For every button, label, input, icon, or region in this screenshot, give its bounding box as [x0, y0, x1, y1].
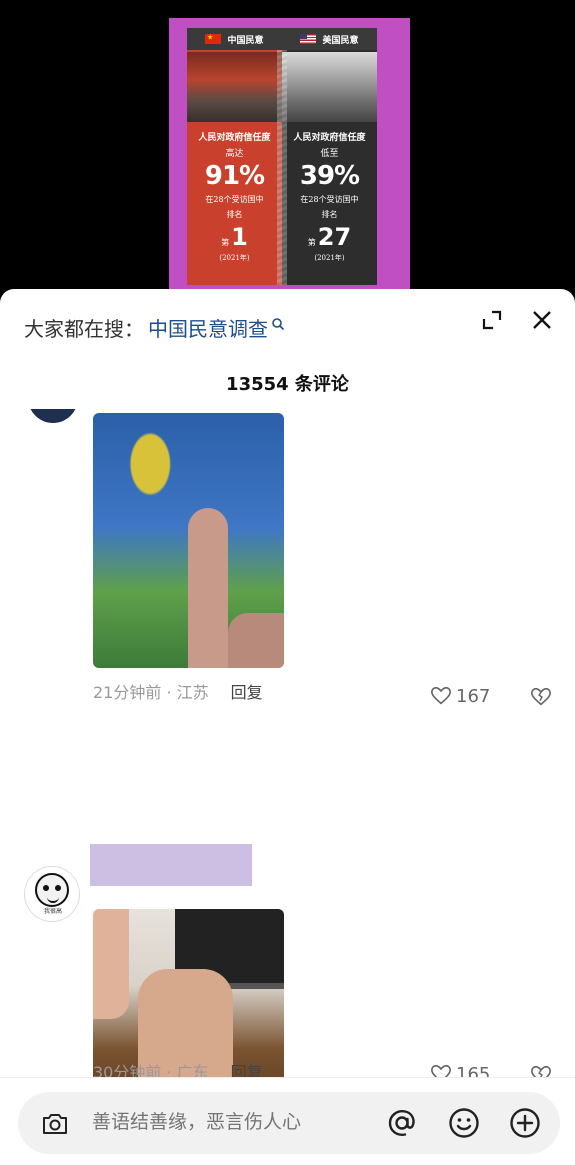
comment-input-bar: [0, 1077, 575, 1165]
at-mention-icon[interactable]: [384, 1105, 420, 1141]
china-percent: 91%: [204, 161, 265, 191]
comment-input[interactable]: [92, 1111, 372, 1133]
like-button[interactable]: 167: [430, 685, 490, 707]
expand-icon[interactable]: [481, 309, 503, 331]
username-redacted: [90, 844, 252, 886]
reply-button[interactable]: 回复: [231, 679, 263, 703]
china-header: 中国民意: [187, 28, 282, 50]
comment-image[interactable]: [93, 413, 284, 668]
usa-header-label: 美国民意: [322, 35, 359, 46]
china-rank: 第 1: [187, 223, 282, 251]
image-finger-shape: [188, 508, 228, 668]
china-header-label: 中国民意: [227, 35, 264, 46]
comment-input-pill[interactable]: [18, 1092, 560, 1154]
comment-image[interactable]: [93, 909, 284, 1077]
emoji-icon[interactable]: [446, 1105, 482, 1141]
china-flag-icon: [205, 34, 222, 44]
comment-list[interactable]: 21分钟前 · 江苏 回复 167 我很高 30分钟前 · 广东 回复 165: [0, 409, 575, 1077]
usa-year: (2021年): [314, 254, 345, 262]
comment-count-title: 13554 条评论: [226, 374, 349, 395]
usa-rank: 第 27: [282, 223, 377, 251]
china-stat: 人民对政府信任度 高达 91% 在28个受访国中 排名 第 1 (2021年): [187, 130, 282, 263]
like-count: 165: [456, 1063, 491, 1078]
comment-time-location: 21分钟前 · 江苏: [93, 683, 209, 702]
search-suggestion-link[interactable]: 中国民意调查: [148, 313, 268, 342]
comment-time-location: 30分钟前 · 广东: [93, 1063, 209, 1077]
like-count: 167: [456, 685, 491, 707]
comment-meta: 21分钟前 · 江苏 回复: [93, 679, 263, 703]
usa-capitol-photo: [282, 52, 377, 122]
search-suggestion[interactable]: 大家都在搜： 中国民意调查: [24, 313, 285, 342]
camera-icon[interactable]: [40, 1109, 70, 1139]
add-attachment-icon[interactable]: [507, 1105, 543, 1141]
china-stat-qualifier: 高达: [225, 149, 244, 159]
usa-stat-qualifier: 低至: [320, 149, 339, 159]
china-rank-prefix: 第: [221, 238, 230, 247]
usa-rank-value: 27: [317, 223, 352, 251]
avatar[interactable]: [28, 409, 78, 423]
meme-face: [35, 873, 69, 907]
avatar-caption: 我很高: [43, 908, 62, 915]
search-suggestion-prefix: 大家都在搜：: [24, 317, 144, 341]
poster-content: 中国民意 人民对政府信任度 高达 91% 在28个受访国中 排名 第 1 (20…: [187, 28, 377, 285]
poster-image: 中国民意 人民对政府信任度 高达 91% 在28个受访国中 排名 第 1 (20…: [169, 18, 410, 290]
usa-percent: 39%: [299, 161, 360, 191]
heart-icon: [431, 1064, 451, 1077]
china-crowd-photo: [187, 52, 282, 122]
usa-stat-note: 在28个受访国中: [300, 195, 359, 204]
usa-column: 美国民意 人民对政府信任度 低至 39% 在28个受访国中 排名 第 27 (2…: [282, 28, 377, 285]
china-year: (2021年): [219, 254, 250, 262]
avatar[interactable]: 我很高: [24, 866, 80, 922]
usa-stat-note2: 排名: [321, 210, 338, 219]
close-icon[interactable]: [530, 308, 554, 332]
broken-heart-icon[interactable]: [530, 686, 552, 708]
image-foot-shape: [93, 909, 129, 1019]
search-icon: [272, 317, 285, 330]
broken-heart-icon[interactable]: [530, 1064, 552, 1077]
china-rank-value: 1: [231, 223, 248, 251]
china-stat-title: 人民对政府信任度: [198, 133, 271, 143]
china-stat-note2: 排名: [226, 210, 243, 219]
china-stat-note: 在28个受访国中: [205, 195, 264, 204]
comment-meta: 30分钟前 · 广东 回复: [93, 1059, 263, 1077]
video-area[interactable]: 中国民意 人民对政府信任度 高达 91% 在28个受访国中 排名 第 1 (20…: [0, 0, 575, 300]
comment-sheet: 大家都在搜： 中国民意调查 13554 条评论 21分钟前 · 江苏 回复 16…: [0, 289, 575, 1165]
torn-paper-divider: [277, 50, 287, 285]
heart-icon: [431, 686, 451, 705]
usa-rank-prefix: 第: [307, 238, 316, 247]
like-button[interactable]: 165: [430, 1063, 490, 1077]
usa-stat: 人民对政府信任度 低至 39% 在28个受访国中 排名 第 27 (2021年): [282, 130, 377, 263]
image-hand-shape: [228, 613, 284, 668]
usa-stat-title: 人民对政府信任度: [293, 133, 366, 143]
usa-flag-icon: [300, 34, 317, 44]
reply-button[interactable]: 回复: [231, 1059, 263, 1077]
usa-header: 美国民意: [282, 28, 377, 50]
china-column: 中国民意 人民对政府信任度 高达 91% 在28个受访国中 排名 第 1 (20…: [187, 28, 282, 285]
